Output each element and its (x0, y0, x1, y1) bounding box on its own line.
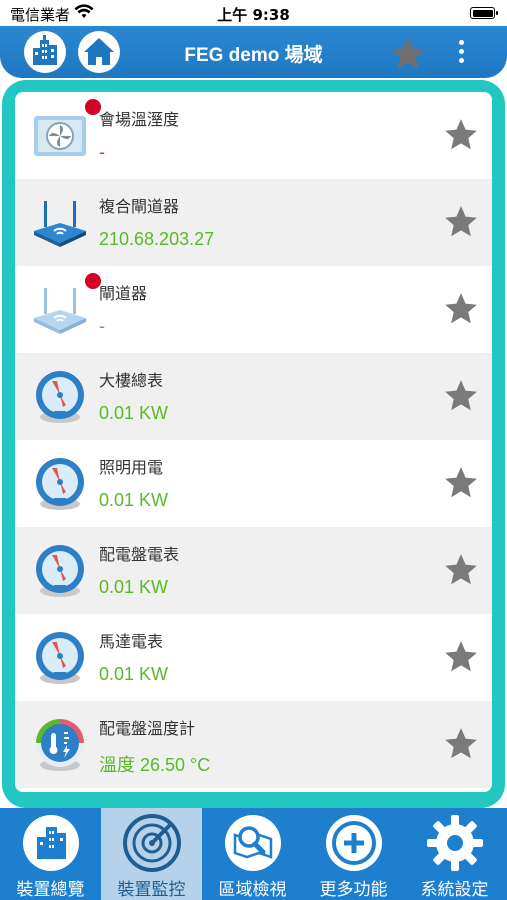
aircon-icon (34, 116, 86, 156)
app-header: FEG demo 場域 (0, 26, 507, 78)
star-icon[interactable] (442, 638, 480, 676)
tab-device-monitoring[interactable]: 裝置監控 (101, 808, 202, 900)
battery-icon (470, 7, 498, 19)
tab-device-overview[interactable]: 裝置總覽 (0, 808, 101, 900)
plus-icon (326, 815, 382, 871)
thermometer-icon (36, 719, 84, 771)
gear-icon (427, 815, 483, 871)
device-row[interactable]: 大樓總表 0.01 KW (15, 353, 492, 440)
page-title: FEG demo 場域 (184, 45, 323, 66)
radar-icon (123, 814, 181, 872)
star-icon[interactable] (442, 290, 480, 328)
clock: 上午 9:38 (217, 6, 290, 24)
device-value: 0.01 KW (99, 490, 169, 510)
device-value: 0.01 KW (99, 403, 169, 423)
tab-label: 區域檢視 (218, 880, 287, 900)
device-name: 馬達電表 (99, 632, 164, 651)
device-row[interactable]: 複合閘道器 210.68.203.27 (15, 179, 492, 266)
device-row[interactable]: 配電盤電表 0.01 KW (15, 527, 492, 614)
device-row[interactable]: 閘道器 - (15, 266, 492, 353)
tab-system-settings[interactable]: 系統設定 (404, 808, 505, 900)
meter-icon (36, 458, 84, 510)
device-row[interactable]: 配電盤溫度計 溫度 26.50 °C (15, 701, 492, 788)
router-icon (34, 288, 86, 334)
device-list: 會場溫溼度 - 複合閘道器 210.68.203.27 閘道器 - 大樓總表 0… (15, 92, 492, 792)
device-row[interactable]: 會場溫溼度 - (15, 92, 492, 179)
device-value: - (99, 142, 105, 162)
tab-label: 裝置監控 (117, 880, 186, 900)
device-name: 閘道器 (99, 284, 148, 303)
bottom-tab-bar: 裝置總覽 裝置監控 區域檢視 更多功能 系統設定 (0, 808, 507, 900)
device-value: 溫度 26.50 °C (99, 755, 211, 775)
star-icon[interactable] (442, 116, 480, 154)
map-search-icon (225, 815, 281, 871)
tab-area-view[interactable]: 區域檢視 (202, 808, 303, 900)
device-name: 配電盤溫度計 (99, 719, 196, 738)
star-icon[interactable] (442, 725, 480, 763)
star-icon[interactable] (442, 551, 480, 589)
device-value: - (99, 316, 105, 336)
device-name: 大樓總表 (99, 371, 164, 390)
tab-label: 更多功能 (319, 880, 388, 900)
tab-label: 系統設定 (420, 880, 489, 900)
device-row[interactable]: 馬達電表 0.01 KW (15, 614, 492, 701)
star-icon[interactable] (442, 377, 480, 415)
device-name: 會場溫溼度 (99, 110, 180, 129)
building-icon (23, 815, 79, 871)
star-icon[interactable] (442, 203, 480, 241)
device-name: 複合閘道器 (99, 197, 180, 216)
meter-icon (36, 632, 84, 684)
star-icon[interactable] (442, 464, 480, 502)
status-bar: 電信業者 上午 9:38 (0, 0, 507, 26)
device-value: 0.01 KW (99, 664, 169, 684)
device-name: 照明用電 (99, 458, 164, 477)
meter-icon (36, 371, 84, 423)
tab-label: 裝置總覽 (16, 880, 85, 900)
router-icon (34, 201, 86, 247)
device-name: 配電盤電表 (99, 545, 180, 564)
device-row[interactable]: 照明用電 0.01 KW (15, 440, 492, 527)
device-value: 0.01 KW (99, 577, 169, 597)
more-menu-icon[interactable] (452, 38, 470, 68)
tab-more-functions[interactable]: 更多功能 (303, 808, 404, 900)
device-panel: 會場溫溼度 - 複合閘道器 210.68.203.27 閘道器 - 大樓總表 0… (2, 80, 505, 808)
favorite-star-icon[interactable] (388, 34, 428, 74)
device-value: 210.68.203.27 (99, 229, 215, 249)
meter-icon (36, 545, 84, 597)
